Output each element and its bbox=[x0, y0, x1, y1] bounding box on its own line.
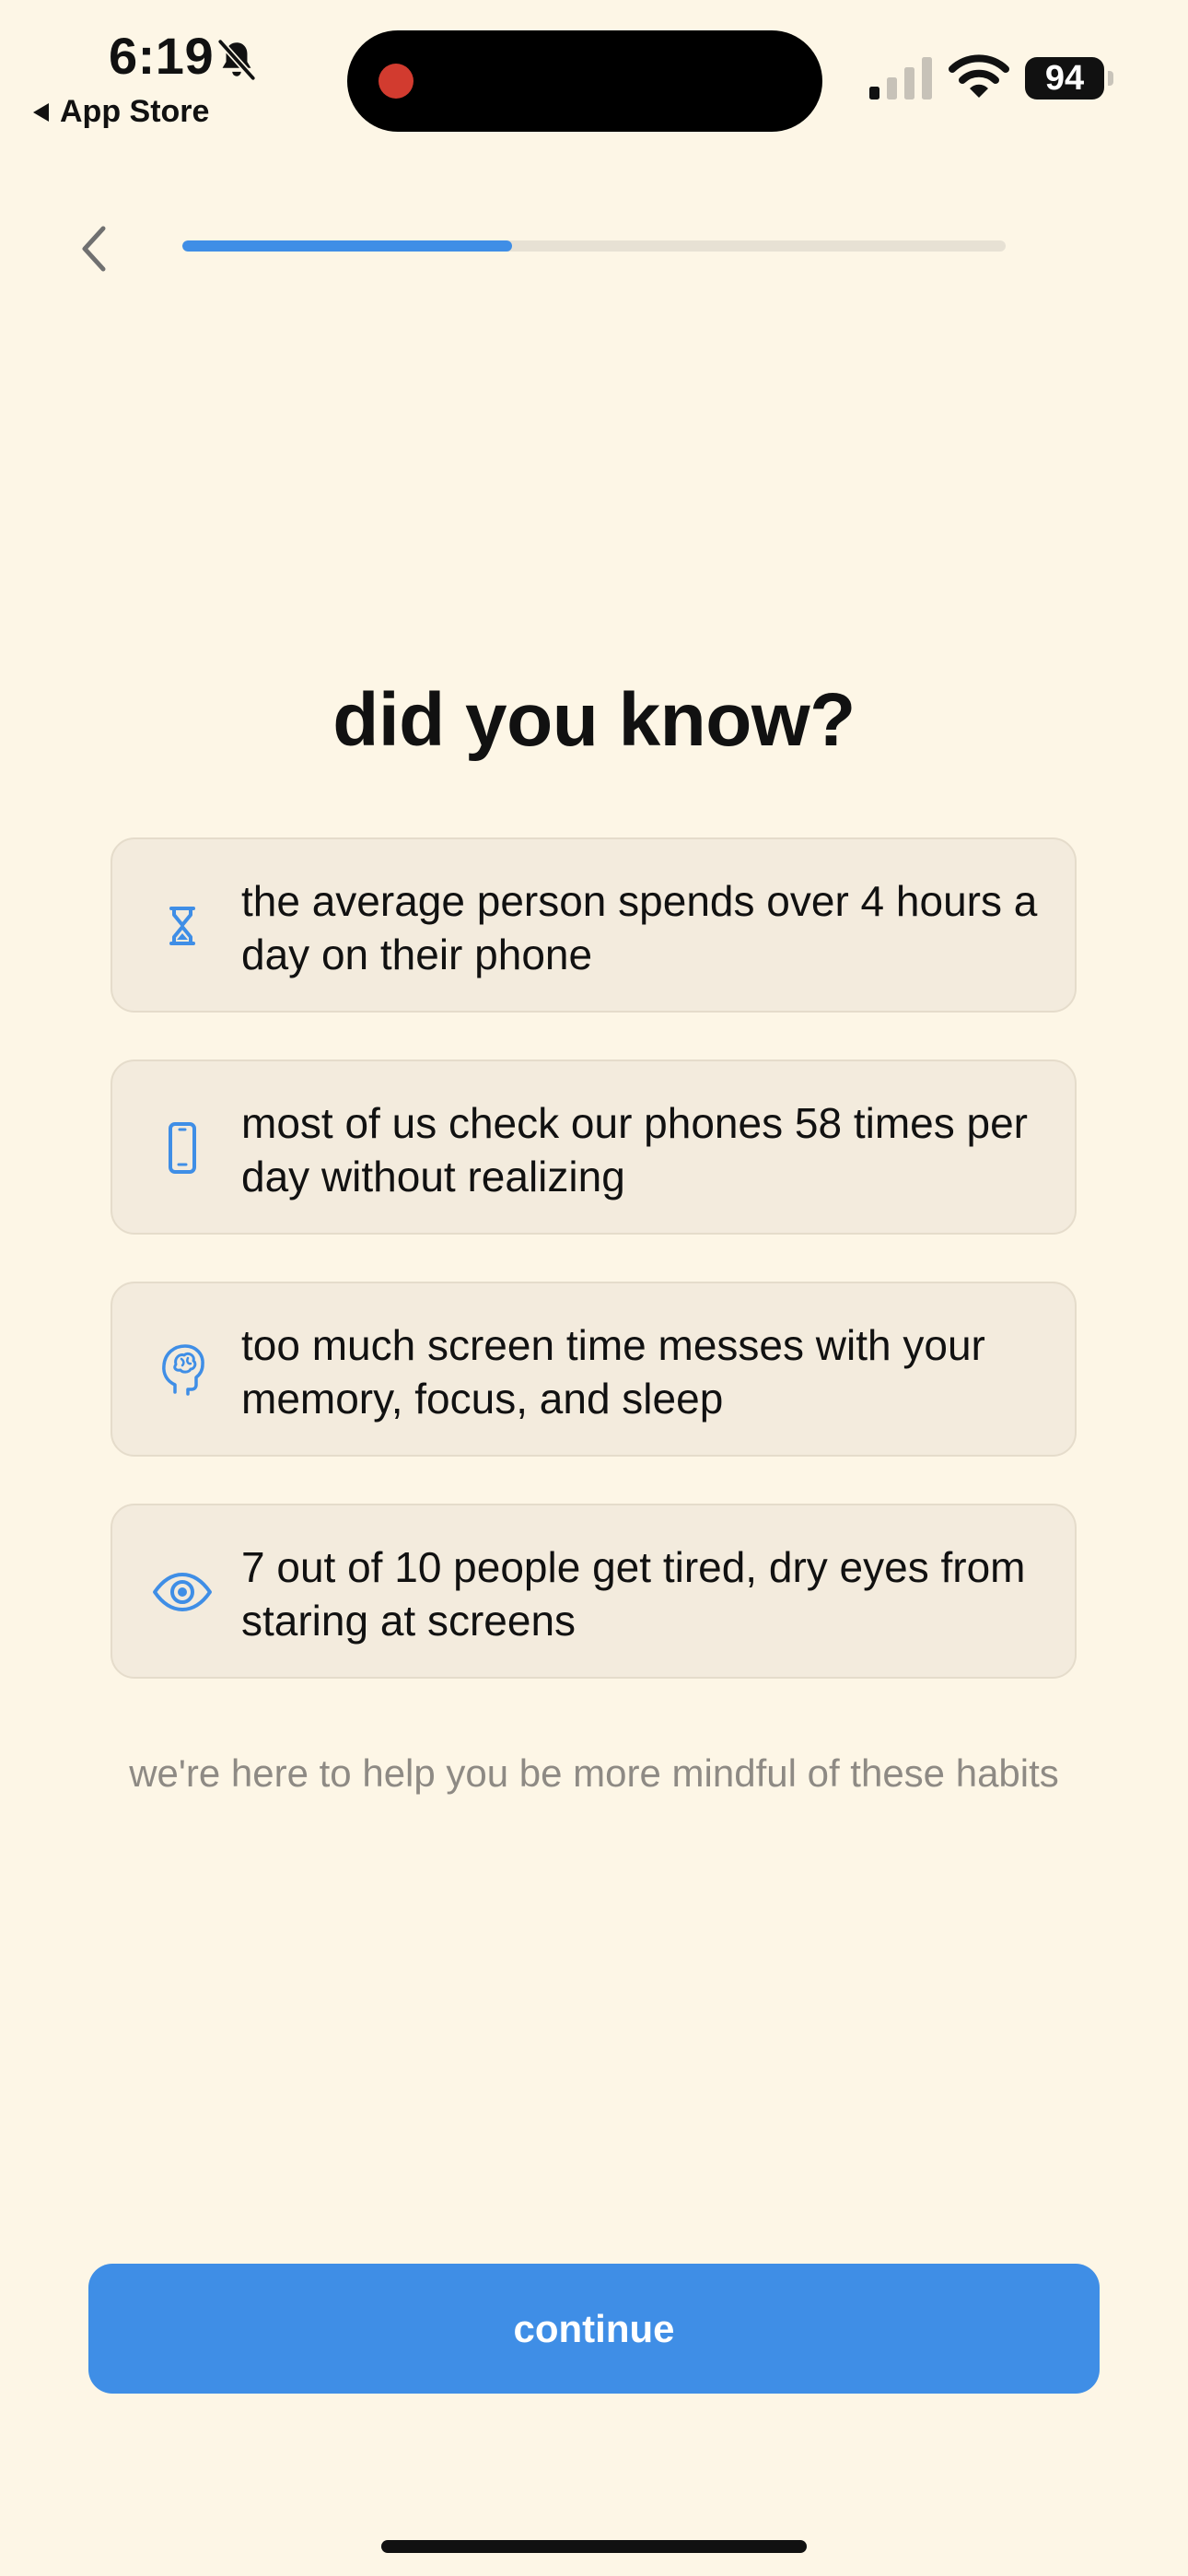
dynamic-island bbox=[347, 30, 822, 132]
back-triangle-icon bbox=[33, 102, 49, 122]
page-title: did you know? bbox=[332, 678, 856, 762]
back-chevron-icon[interactable] bbox=[76, 221, 120, 276]
eye-icon bbox=[153, 1573, 212, 1611]
fact-card-screen-hours: the average person spends over 4 hours a… bbox=[111, 837, 1077, 1013]
onboarding-progress-bar bbox=[182, 240, 1006, 252]
cellular-signal-icon bbox=[869, 57, 932, 100]
recording-dot-icon bbox=[379, 64, 413, 99]
fact-text: the average person spends over 4 hours a… bbox=[241, 877, 1038, 978]
back-to-app-store-label: App Store bbox=[60, 94, 210, 129]
back-to-app-store[interactable]: App Store bbox=[33, 94, 209, 130]
fact-card-dry-eyes: 7 out of 10 people get tired, dry eyes f… bbox=[111, 1504, 1077, 1679]
subtitle: we're here to help you be more mindful o… bbox=[129, 1751, 1059, 1795]
fact-text: 7 out of 10 people get tired, dry eyes f… bbox=[241, 1543, 1026, 1645]
fact-card-memory-focus: too much screen time messes with your me… bbox=[111, 1282, 1077, 1457]
brain-head-icon bbox=[162, 1344, 204, 1396]
home-indicator[interactable] bbox=[381, 2540, 807, 2553]
bell-slash-icon bbox=[217, 39, 256, 81]
battery-level: 94 bbox=[1044, 58, 1085, 98]
fact-text: most of us check our phones 58 times per… bbox=[241, 1099, 1028, 1200]
fact-text: too much screen time messes with your me… bbox=[241, 1321, 985, 1423]
battery-indicator: 94 bbox=[1025, 57, 1104, 100]
continue-button[interactable]: continue bbox=[88, 2264, 1100, 2394]
fact-card-phone-checks: most of us check our phones 58 times per… bbox=[111, 1060, 1077, 1235]
wifi-icon bbox=[949, 54, 1009, 98]
continue-button-label: continue bbox=[513, 2306, 675, 2350]
battery-tip bbox=[1108, 71, 1113, 86]
hourglass-icon bbox=[169, 907, 195, 945]
phone-icon bbox=[169, 1122, 196, 1174]
status-time: 6:19 bbox=[109, 27, 215, 85]
progress-fill bbox=[182, 240, 512, 252]
